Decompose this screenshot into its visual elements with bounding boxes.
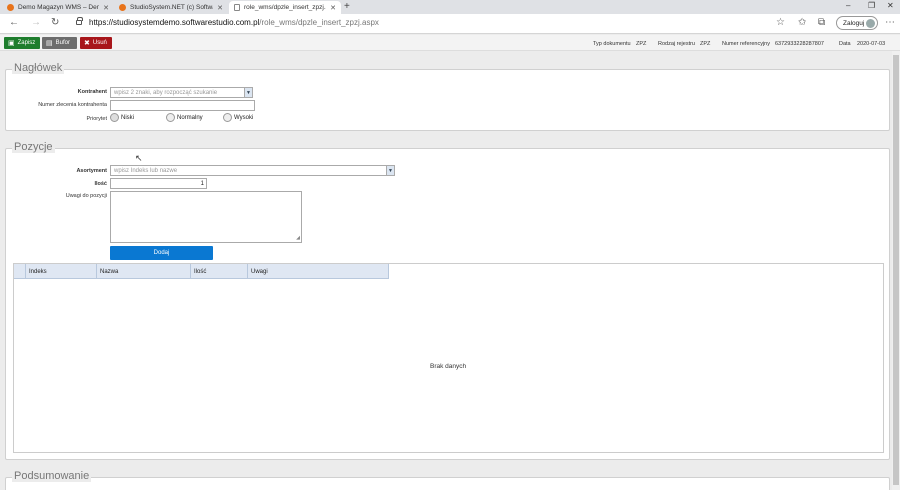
quantity-input[interactable]: 1 <box>110 178 207 189</box>
close-tab-icon[interactable]: ✕ <box>217 4 223 12</box>
tab-title: role_wms/dpzle_insert_zpzj.aspx <box>244 4 326 11</box>
contractor-input[interactable]: wpisz 2 znaki, aby rozpocząć szukanie ▼ <box>110 87 253 98</box>
radio-circle <box>110 113 119 122</box>
close-tab-icon[interactable]: ✕ <box>330 4 336 12</box>
priority-low-radio[interactable]: Niski <box>110 113 134 122</box>
document-icon: ▤ <box>46 40 53 47</box>
quantity-label: Ilość <box>94 181 107 187</box>
add-label: Dodaj <box>153 250 170 256</box>
url-host: https://studiosystemdemo.softwarestudio.… <box>89 18 260 27</box>
ref-value: 6372933228287807 <box>775 41 824 47</box>
priority-label: Priorytet <box>86 116 107 122</box>
summary-panel <box>5 477 890 490</box>
register-label: Rodzaj rejestru <box>658 41 695 47</box>
column-header-notes[interactable]: Uwagi <box>248 264 389 279</box>
doc-type-label: Typ dokumentu <box>593 41 631 47</box>
login-button[interactable]: Zaloguj <box>836 16 878 30</box>
page-scrollbar[interactable] <box>892 51 900 490</box>
radio-label: Wysoki <box>234 114 254 121</box>
tab-title: StudioSystem.NET (c) Software <box>130 4 214 11</box>
browser-tab-2[interactable]: StudioSystem.NET (c) Software ✕ <box>114 1 228 14</box>
avatar-icon <box>866 19 875 28</box>
notes-label: Uwagi do pozycji <box>65 193 107 199</box>
orange-favicon-icon <box>119 4 126 11</box>
favorite-star-icon[interactable]: ☆ <box>776 17 785 28</box>
radio-label: Normalny <box>177 114 203 121</box>
assortment-placeholder: wpisz Indeks lub nazwe <box>114 167 178 174</box>
chevron-down-icon[interactable]: ▼ <box>244 88 252 97</box>
more-menu-icon[interactable]: ⋯ <box>885 17 895 28</box>
date-label: Data <box>839 41 851 47</box>
delete-button[interactable]: ✖ Usuń <box>80 37 112 49</box>
radio-circle <box>223 113 232 122</box>
priority-high-radio[interactable]: Wysoki <box>223 113 253 122</box>
minimize-icon[interactable]: – <box>846 1 850 10</box>
contractor-label: Kontrahent <box>77 89 107 95</box>
positions-table: Indeks Nazwa Ilość Uwagi Brak danych <box>13 263 884 453</box>
notes-textarea[interactable]: ◢ <box>110 191 302 243</box>
date-value: 2020-07-03 <box>857 41 886 47</box>
radio-label: Niski <box>121 114 134 121</box>
priority-normal-radio[interactable]: Normalny <box>166 113 203 122</box>
table-header-spacer <box>14 264 26 279</box>
summary-legend: Podsumowanie <box>12 470 92 482</box>
browser-tab-3-active[interactable]: role_wms/dpzle_insert_zpzj.aspx ✕ <box>229 1 341 14</box>
lock-icon <box>76 17 83 25</box>
assortment-label: Asortyment <box>76 168 107 174</box>
radio-circle <box>166 113 175 122</box>
app-toolbar: ▣ Zapisz ▤ Bufor ✖ Usuń Typ dokumentu ZPZ R… <box>0 35 900 51</box>
save-button[interactable]: ▣ Zapisz <box>4 37 40 49</box>
doc-type-value: ZPZ <box>636 41 647 47</box>
assortment-input[interactable]: wpisz Indeks lub nazwe ▼ <box>110 165 395 176</box>
empty-state-text: Brak danych <box>430 363 467 370</box>
browser-tab-bar: Demo Magazyn WMS – Demo ✕ StudioSystem.N… <box>0 0 900 14</box>
positions-legend: Pozycje <box>12 141 55 153</box>
buffer-button[interactable]: ▤ Bufor <box>42 37 77 49</box>
orange-favicon-icon <box>7 4 14 11</box>
floppy-icon: ▣ <box>8 40 15 47</box>
column-header-name[interactable]: Nazwa <box>97 264 191 279</box>
close-tab-icon[interactable]: ✕ <box>103 4 109 12</box>
back-icon[interactable]: ← <box>9 17 19 28</box>
url-field[interactable]: https://studiosystemdemo.softwarestudio.… <box>89 18 379 27</box>
column-header-quantity[interactable]: Ilość <box>191 264 248 279</box>
mouse-cursor-icon: ↖ <box>135 153 143 163</box>
collections-icon[interactable]: ⧉ <box>818 17 825 28</box>
table-header: Indeks Nazwa Ilość Uwagi <box>14 264 389 279</box>
buffer-label: Bufor <box>55 40 70 46</box>
delete-label: Usuń <box>92 40 107 46</box>
page-favicon-icon <box>234 4 240 11</box>
maximize-icon[interactable]: ❐ <box>868 1 875 10</box>
reload-icon[interactable]: ↻ <box>51 17 59 28</box>
contractor-placeholder: wpisz 2 znaki, aby rozpocząć szukanie <box>114 89 218 96</box>
close-window-icon[interactable]: ✕ <box>887 1 894 10</box>
column-header-index[interactable]: Indeks <box>26 264 97 279</box>
resize-grip-icon[interactable]: ◢ <box>296 235 300 241</box>
scrollbar-thumb[interactable] <box>893 55 899 485</box>
browser-tab-1[interactable]: Demo Magazyn WMS – Demo ✕ <box>2 1 114 14</box>
new-tab-icon[interactable]: + <box>344 1 350 12</box>
ref-label: Numer referencyjny <box>722 41 770 47</box>
url-path: /role_wms/dpzle_insert_zpzj.aspx <box>259 18 379 27</box>
register-value: ZPZ <box>700 41 711 47</box>
login-label: Zaloguj <box>843 19 865 27</box>
quantity-value: 1 <box>200 180 204 187</box>
favorites-list-icon[interactable]: ✩ <box>798 17 806 28</box>
tab-title: Demo Magazyn WMS – Demo <box>18 4 100 11</box>
x-icon: ✖ <box>84 40 90 47</box>
save-label: Zapisz <box>17 40 36 46</box>
order-no-label: Numer zlecenia kontrahenta <box>38 102 107 108</box>
add-button[interactable]: Dodaj <box>110 246 213 260</box>
forward-icon[interactable]: → <box>31 17 41 28</box>
header-legend: Nagłówek <box>12 62 65 74</box>
address-bar: ← → ↻ https://studiosystemdemo.softwares… <box>0 14 900 34</box>
order-no-input[interactable] <box>110 100 255 111</box>
chevron-down-icon[interactable]: ▼ <box>386 166 394 175</box>
